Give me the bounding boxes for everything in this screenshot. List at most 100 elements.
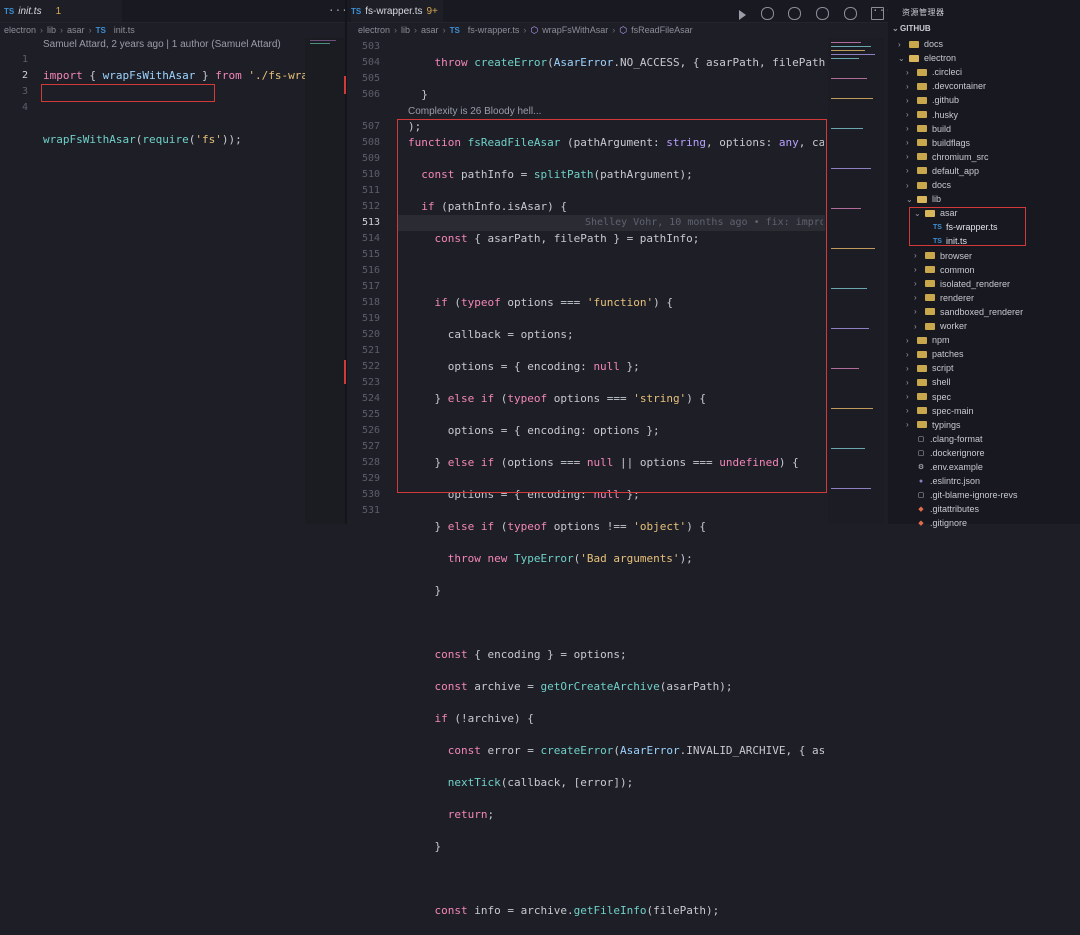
typescript-file-icon: TS: [351, 6, 362, 16]
tree-item[interactable]: › worker: [914, 319, 967, 333]
source-control-icon[interactable]: [815, 7, 829, 20]
tree-item[interactable]: › script: [906, 361, 954, 375]
minimap-line: [831, 98, 873, 99]
open-changes-icon[interactable]: [843, 7, 857, 20]
right-minimap[interactable]: [828, 38, 884, 524]
tab-init-ts[interactable]: TS init.ts 1: [0, 0, 122, 22]
tree-item-label: chromium_src: [932, 151, 989, 162]
tree-item-label: spec: [932, 391, 952, 402]
crumb-read-fn[interactable]: fsReadFileAsar: [631, 25, 693, 35]
tree-item[interactable]: ▢ .clang-format: [906, 432, 983, 446]
tree-item[interactable]: › buildflags: [906, 136, 970, 150]
file-icon: ▢: [917, 435, 925, 443]
tree-item[interactable]: ⌄ lib: [906, 192, 941, 206]
tree-item[interactable]: › docs: [898, 37, 943, 51]
tree-item[interactable]: › .circleci: [906, 65, 962, 79]
tree-item[interactable]: › isolated_renderer: [914, 277, 1010, 291]
tree-item[interactable]: › npm: [906, 333, 950, 347]
tree-item[interactable]: ▢ .git-blame-ignore-revs: [906, 488, 1018, 502]
folder-icon: [917, 393, 927, 400]
tree-item[interactable]: › .husky: [906, 108, 958, 122]
chevron-right-icon: ›: [414, 25, 418, 35]
tree-item[interactable]: › chromium_src: [906, 150, 989, 164]
chevron-right-icon: ›: [914, 321, 917, 331]
tree-item[interactable]: › patches: [906, 347, 964, 361]
folder-icon: [917, 139, 927, 147]
chevron-down-icon: ⌄: [906, 194, 913, 204]
folder-icon: [917, 111, 927, 118]
codelens-blame-header[interactable]: Samuel Attard, 2 years ago | 1 author (S…: [43, 39, 281, 50]
crumb-init-ts[interactable]: init.ts: [114, 25, 135, 35]
crumb-lib[interactable]: lib: [401, 25, 410, 35]
minimap-line: [831, 288, 867, 289]
tree-item[interactable]: › browser: [914, 249, 972, 263]
crumb-lib[interactable]: lib: [47, 25, 56, 35]
tree-item-label: .circleci: [932, 67, 963, 78]
code-line-3: wrapFsWithAsar(require('fs'));: [43, 133, 242, 146]
symbol-function-icon: ⬡: [619, 24, 628, 35]
tree-item[interactable]: › default_app: [906, 164, 979, 178]
left-scrollbar-track[interactable]: [305, 38, 345, 524]
chevron-right-icon: ›: [88, 25, 92, 35]
tree-item-label: common: [940, 264, 975, 275]
folder-icon: [925, 322, 935, 330]
tree-item[interactable]: › spec-main: [906, 404, 974, 418]
tree-item[interactable]: › .github: [906, 93, 959, 107]
folder-icon: [909, 40, 919, 48]
tree-item[interactable]: ● .eslintrc.json: [906, 474, 980, 488]
tree-item-label: script: [932, 363, 954, 374]
tree-item-label: .git-blame-ignore-revs: [930, 490, 1018, 501]
folder-icon: [925, 252, 935, 259]
chevron-right-icon: ›: [40, 25, 44, 35]
tree-item-label: .github: [932, 95, 960, 106]
minimap-line: [831, 208, 861, 209]
tree-item[interactable]: ◆ .gitattributes: [906, 502, 979, 516]
codelens-complexity-hint[interactable]: Complexity is 26 Bloody hell...: [408, 106, 541, 117]
crumb-asar[interactable]: asar: [67, 25, 85, 35]
breadcrumb: electron › lib › asar › TS init.ts: [4, 22, 135, 38]
tree-item[interactable]: ▢ .dockerignore: [906, 446, 985, 460]
tab-filename: fs-wrapper.ts: [365, 5, 423, 17]
crumb-wrap-fn[interactable]: wrapFsWithAsar: [542, 25, 608, 35]
folder-icon: [917, 364, 927, 372]
minimap-line: [831, 42, 861, 43]
left-gutter-line-numbers: 1 2 3 4: [21, 54, 28, 113]
tree-item[interactable]: ◆ .gitignore: [906, 516, 967, 530]
file-icon: ▢: [917, 492, 925, 500]
crumb-electron[interactable]: electron: [358, 25, 390, 35]
chevron-right-icon: ›: [394, 25, 398, 35]
left-code-area[interactable]: import { wrapFsWithAsar } from './fs-wra…: [43, 52, 348, 196]
section-header-github[interactable]: ⌄ GITHUB: [892, 24, 931, 33]
tree-item[interactable]: › spec: [906, 390, 951, 404]
crumb-electron[interactable]: electron: [4, 25, 36, 35]
folder-icon: [917, 167, 927, 175]
tab-fs-wrapper-ts[interactable]: TS fs-wrapper.ts 9+: [351, 0, 443, 22]
chevron-right-icon: ›: [906, 67, 909, 77]
tree-item-label: browser: [940, 250, 973, 261]
tree-item[interactable]: › docs: [906, 178, 951, 192]
folder-icon: [925, 266, 935, 274]
highlight-box-function: [397, 119, 827, 493]
tree-item[interactable]: › typings: [906, 418, 961, 432]
history-icon[interactable]: [760, 7, 774, 20]
folder-icon: [917, 336, 927, 344]
crumb-fs-wrapper[interactable]: fs-wrapper.ts: [468, 25, 520, 35]
run-icon[interactable]: [739, 10, 746, 20]
compare-icon[interactable]: [788, 7, 802, 20]
tree-item[interactable]: › common: [914, 263, 975, 277]
tree-item[interactable]: › renderer: [914, 291, 974, 305]
tree-item[interactable]: › sandboxed_renderer: [914, 305, 1023, 319]
tree-item-label: .dockerignore: [930, 447, 985, 458]
tree-item[interactable]: › build: [906, 122, 951, 136]
tree-item[interactable]: ⌄ electron: [898, 51, 956, 65]
tree-item-label: shell: [932, 377, 951, 388]
tree-item[interactable]: ⚙ .env.example: [906, 460, 983, 474]
chevron-right-icon: ›: [906, 420, 909, 430]
tree-item[interactable]: › .devcontainer: [906, 79, 986, 93]
left-minimap-line: [310, 43, 330, 44]
minimap-line: [831, 368, 859, 369]
folder-icon: [917, 421, 927, 429]
crumb-asar[interactable]: asar: [421, 25, 439, 35]
tree-item[interactable]: › shell: [906, 375, 951, 389]
